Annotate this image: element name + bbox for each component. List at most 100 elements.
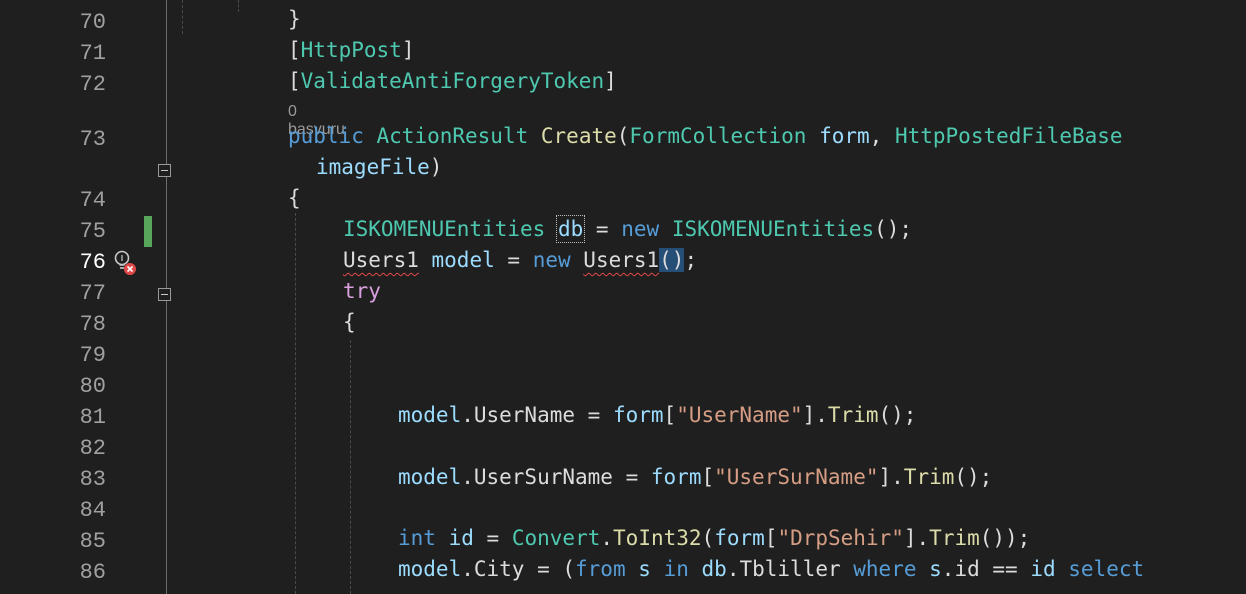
- punctuation: ();: [878, 403, 917, 427]
- line-number: 81: [79, 405, 106, 430]
- brace: }: [288, 7, 301, 31]
- code-line-78: {: [343, 307, 356, 338]
- code-line-72: [ValidateAntiForgeryToken]: [288, 66, 617, 97]
- collapse-minus-icon[interactable]: [158, 164, 171, 177]
- code-editor[interactable]: 70 71 72 73 74 75 76 77 78 79 80 81 82 8…: [0, 0, 1246, 594]
- line-number: 85: [79, 529, 106, 554]
- indent-guide: [238, 0, 239, 12]
- line-number: 71: [79, 41, 106, 66]
- code-line-73: public ActionResult Create(FormCollectio…: [288, 121, 1123, 152]
- variable: db: [701, 557, 727, 581]
- type-name: FormCollection: [629, 124, 807, 148]
- variable: model: [398, 403, 462, 427]
- member: .UserName =: [461, 403, 601, 427]
- variable: model: [398, 465, 462, 489]
- keyword: new: [532, 248, 571, 272]
- indent-guide: [350, 340, 351, 594]
- string: "UserName": [676, 403, 803, 427]
- code-line-85: int id = Convert.ToInt32(form["DrpSehir"…: [398, 523, 1030, 554]
- indent-guide: [295, 213, 296, 594]
- parameter: form: [650, 465, 702, 489]
- line-number: 74: [79, 188, 106, 213]
- bracket: [: [701, 465, 715, 489]
- keyword: where: [853, 557, 917, 581]
- brace: {: [288, 186, 301, 210]
- dot: .: [600, 526, 614, 550]
- range-variable: s: [929, 557, 942, 581]
- punctuation: ();: [874, 217, 913, 241]
- line-number: 75: [79, 219, 106, 244]
- change-indicator-bar: [144, 216, 152, 247]
- code-line-73-wrap: imageFile): [316, 152, 442, 183]
- member: .Tbliller: [726, 557, 841, 581]
- code-line-75: ISKOMENUEntities db = new ISKOMENUEntiti…: [343, 214, 912, 245]
- type-name: ActionResult: [376, 124, 529, 148]
- keyword: select: [1068, 557, 1145, 581]
- method-name: Trim: [929, 526, 980, 550]
- paren: ): [429, 155, 443, 179]
- code-line-81: model.UserName = form["UserName"].Trim()…: [398, 400, 916, 431]
- comma: ,: [869, 124, 883, 148]
- code-line-71: [HttpPost]: [288, 35, 414, 66]
- type-name: HttpPostedFileBase: [894, 124, 1123, 148]
- method-name: Create: [540, 124, 617, 148]
- variable-db: db: [555, 215, 586, 243]
- operator: =: [595, 217, 609, 241]
- code-line-83: model.UserSurName = form["UserSurName"].…: [398, 462, 992, 493]
- collapse-minus-icon[interactable]: [158, 288, 171, 301]
- method-name: Trim: [903, 465, 955, 489]
- method-name: Trim: [827, 403, 879, 427]
- line-number: 79: [79, 343, 106, 368]
- variable: id: [1030, 557, 1056, 581]
- lightbulb-error-icon[interactable]: [111, 249, 139, 277]
- bracket: [: [663, 403, 677, 427]
- parameter: form: [612, 403, 664, 427]
- keyword: in: [663, 557, 689, 581]
- line-number: 70: [79, 10, 106, 35]
- variable: id: [448, 526, 474, 550]
- method-name: ToInt32: [613, 526, 702, 550]
- brace: {: [343, 310, 356, 334]
- string: "DrpSehir": [777, 526, 904, 550]
- keyword: new: [621, 217, 660, 241]
- member: .City = (: [461, 557, 576, 581]
- line-number: 86: [79, 560, 106, 585]
- line-number: 72: [79, 72, 106, 97]
- keyword: int: [398, 526, 436, 550]
- attribute: ValidateAntiForgeryToken: [300, 69, 605, 93]
- paren-highlight: (): [659, 248, 685, 272]
- line-number: 83: [79, 467, 106, 492]
- attribute: HttpPost: [300, 38, 402, 62]
- parameter: form: [714, 526, 765, 550]
- line-number: 73: [79, 127, 106, 152]
- parameter: imageFile: [316, 155, 430, 179]
- code-line-77: try: [343, 276, 381, 307]
- type-name: ISKOMENUEntities: [671, 217, 875, 241]
- bracket: [: [288, 69, 301, 93]
- bracket: [: [288, 38, 301, 62]
- line-number: 80: [79, 374, 106, 399]
- line-number-current: 76: [79, 250, 106, 275]
- bracket: [: [764, 526, 778, 550]
- error-type-name: Users1: [343, 248, 419, 272]
- type-name: ISKOMENUEntities: [343, 217, 546, 241]
- type-name: Convert: [511, 526, 601, 550]
- keyword: public: [288, 124, 364, 148]
- member: .UserSurName =: [461, 465, 639, 489]
- line-number: 78: [79, 312, 106, 337]
- semicolon: ;: [684, 248, 698, 272]
- member: .id ==: [941, 557, 1018, 581]
- indent-guide: [182, 0, 183, 34]
- code-line-74: {: [288, 183, 301, 214]
- punctuation: ();: [954, 465, 993, 489]
- bracket: ].: [903, 526, 930, 550]
- line-number: 82: [79, 436, 106, 461]
- bracket: ].: [802, 403, 828, 427]
- bracket: ].: [878, 465, 904, 489]
- code-line-70: }: [288, 4, 301, 35]
- code-line-86: model.City = (from s in db.Tbliller wher…: [398, 554, 1144, 585]
- operator: =: [486, 526, 500, 550]
- variable: model: [398, 557, 462, 581]
- string: "UserSurName": [714, 465, 879, 489]
- bracket: ]: [401, 38, 415, 62]
